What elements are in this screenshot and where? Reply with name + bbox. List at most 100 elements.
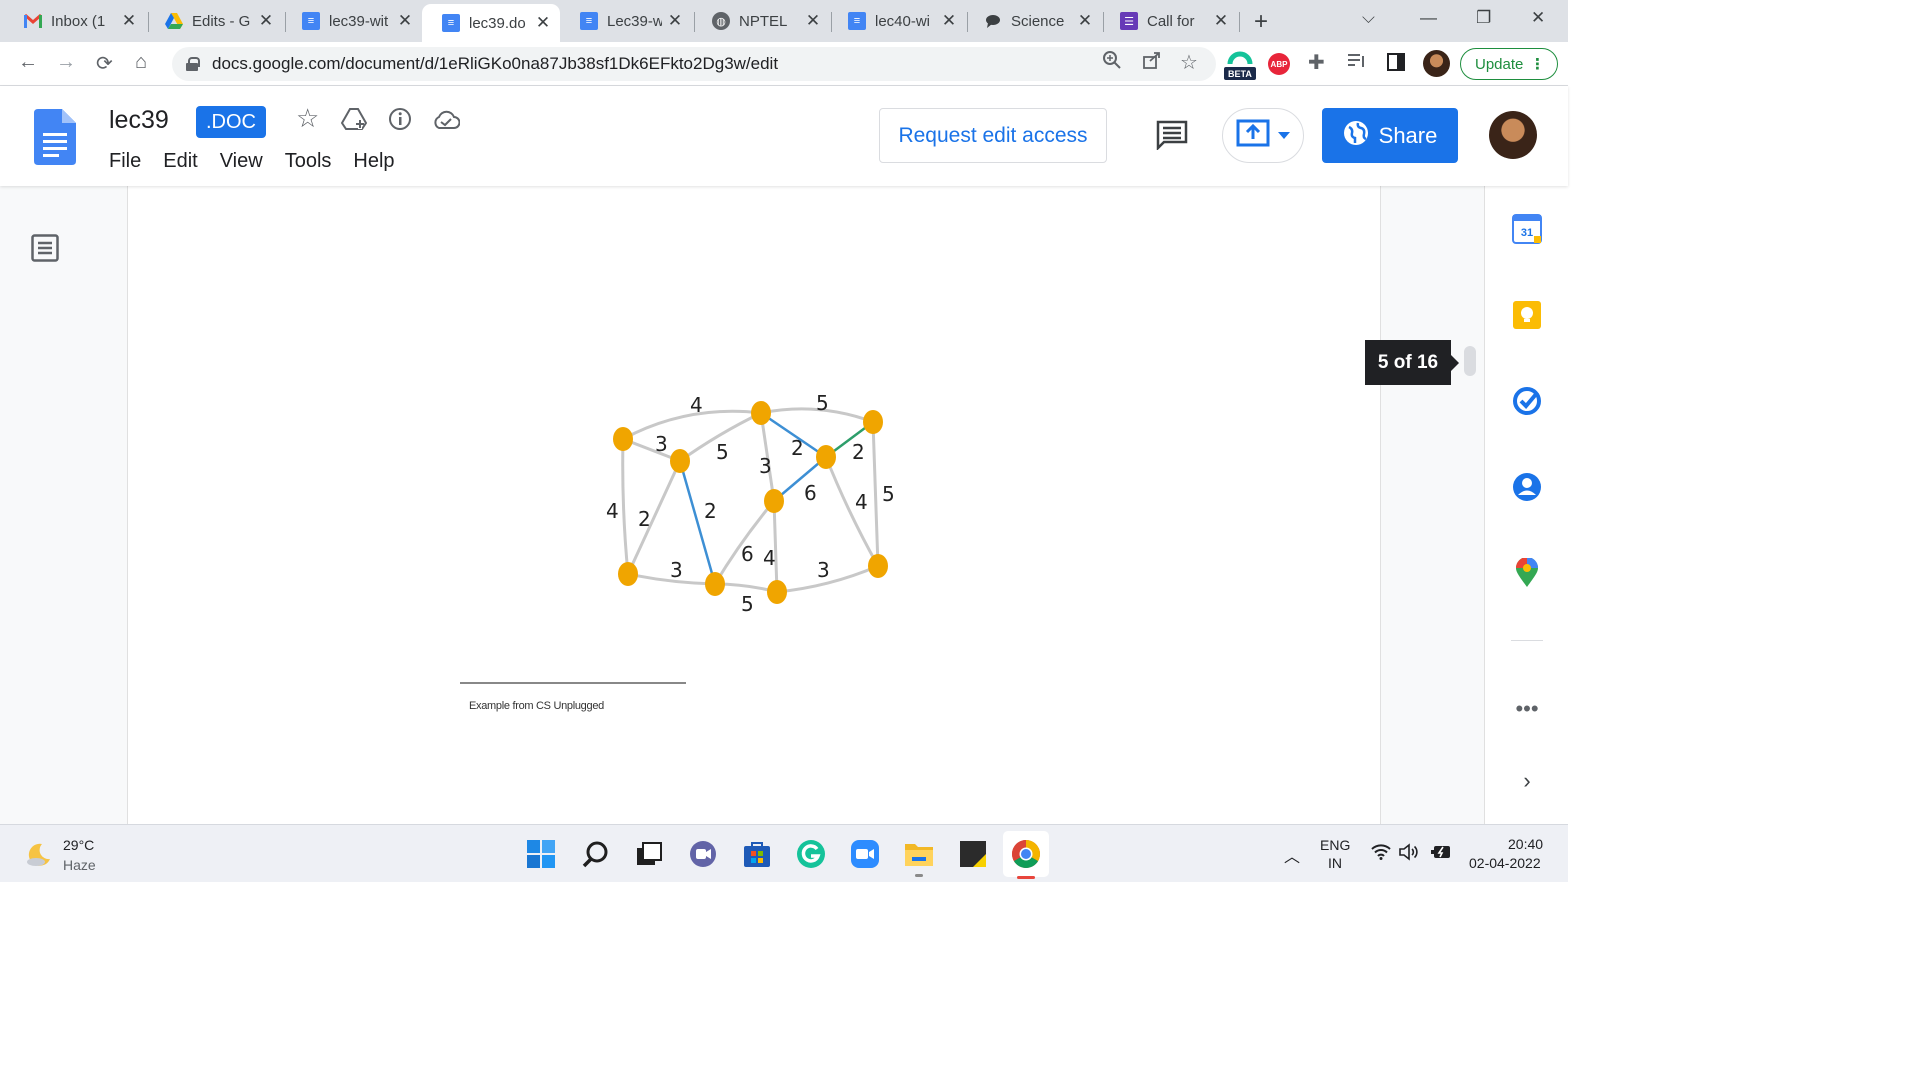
reading-list-icon[interactable] xyxy=(1346,50,1366,75)
back-button[interactable]: ← xyxy=(18,51,38,74)
chevron-right-icon[interactable]: › xyxy=(1512,766,1542,796)
tab-call-for[interactable]: ☰ Call for ✕ xyxy=(1100,4,1238,38)
extensions-puzzle-icon[interactable]: ✚ xyxy=(1308,50,1325,75)
close-icon[interactable]: ✕ xyxy=(1076,11,1094,31)
tab-lec39-with[interactable]: ≡ lec39-wit ✕ xyxy=(282,4,422,38)
tab-lec39-doc-active[interactable]: ≡ lec39.do ✕ xyxy=(422,4,560,42)
tab-search-chevron-icon[interactable]: ⌵ xyxy=(1362,8,1375,28)
share-page-icon[interactable] xyxy=(1142,50,1162,75)
task-view-icon[interactable] xyxy=(634,839,664,869)
adblock-icon[interactable]: ABP xyxy=(1268,53,1290,75)
menu-view[interactable]: View xyxy=(220,150,263,173)
present-dropdown-icon[interactable] xyxy=(1278,127,1290,145)
minimize-button[interactable]: — xyxy=(1420,8,1437,28)
tab-label: Science xyxy=(1011,12,1065,30)
windows-start-icon[interactable] xyxy=(526,839,556,869)
document-title[interactable]: lec39 xyxy=(109,106,169,135)
battery-icon[interactable] xyxy=(1430,844,1452,865)
zoom-icon[interactable] xyxy=(1102,50,1122,75)
region-indicator[interactable]: IN xyxy=(1328,855,1342,871)
maps-icon[interactable] xyxy=(1512,558,1542,588)
weather-moon-icon[interactable] xyxy=(24,841,52,874)
wifi-icon[interactable] xyxy=(1371,844,1391,865)
tab-separator xyxy=(1239,12,1240,32)
search-icon[interactable] xyxy=(581,839,611,869)
chrome-icon[interactable] xyxy=(1011,839,1041,869)
home-button[interactable]: ⌂ xyxy=(135,51,147,74)
tab-lec40-with[interactable]: ≡ lec40-wi ✕ xyxy=(828,4,966,38)
keep-icon[interactable] xyxy=(1512,300,1542,330)
cloud-saved-icon[interactable] xyxy=(432,110,461,136)
edge-weight-label: 4 xyxy=(606,499,619,523)
url-text[interactable]: docs.google.com/document/d/1eRliGKo0na87… xyxy=(212,54,778,74)
close-icon[interactable]: ✕ xyxy=(1212,11,1230,31)
new-tab-button[interactable]: + xyxy=(1254,8,1268,36)
star-icon[interactable]: ☆ xyxy=(296,103,319,134)
edge-weight-label: 4 xyxy=(690,393,703,417)
weather-description[interactable]: Haze xyxy=(63,857,96,873)
menu-file[interactable]: File xyxy=(109,150,141,173)
info-icon[interactable] xyxy=(388,107,412,137)
docs-logo-icon[interactable] xyxy=(34,109,76,165)
tab-gmail[interactable]: Inbox (1 ✕ xyxy=(4,4,146,38)
tab-nptel[interactable]: ◍ NPTEL ✕ xyxy=(692,4,830,38)
teams-chat-icon[interactable] xyxy=(688,839,718,869)
contacts-icon[interactable] xyxy=(1512,472,1542,502)
grammarly-beta-extension-icon[interactable] xyxy=(1224,50,1256,85)
browser-tab-strip: Inbox (1 ✕ Edits - G ✕ ≡ lec39-wit ✕ ≡ l… xyxy=(0,0,1568,42)
edge-weight-label: 6 xyxy=(804,481,817,505)
more-horiz-icon[interactable]: ••• xyxy=(1512,694,1542,724)
account-avatar[interactable] xyxy=(1489,111,1537,159)
grammarly-icon[interactable] xyxy=(796,839,826,869)
forward-button[interactable]: → xyxy=(56,51,76,74)
request-edit-access-button[interactable]: Request edit access xyxy=(879,108,1107,163)
present-button[interactable] xyxy=(1222,108,1304,163)
sticky-notes-icon[interactable] xyxy=(958,839,988,869)
menu-edit[interactable]: Edit xyxy=(163,150,197,173)
side-panel: 31 ••• › xyxy=(1484,186,1568,824)
comment-history-icon[interactable] xyxy=(1156,120,1188,155)
file-explorer-icon[interactable] xyxy=(904,839,934,869)
edge-weight-label: 3 xyxy=(759,454,772,478)
move-to-drive-icon[interactable] xyxy=(340,107,368,137)
language-indicator[interactable]: ENG xyxy=(1320,837,1350,853)
scrollbar-thumb[interactable] xyxy=(1464,346,1476,376)
volume-icon[interactable] xyxy=(1399,843,1419,866)
running-indicator xyxy=(915,874,923,877)
close-icon[interactable]: ✕ xyxy=(257,11,275,31)
lock-icon xyxy=(186,57,200,71)
weather-temperature[interactable]: 29°C xyxy=(63,837,94,853)
reload-button[interactable]: ⟳ xyxy=(96,51,113,76)
edge-weight-label: 5 xyxy=(716,440,729,464)
edge-weight-label: 3 xyxy=(817,558,830,582)
update-button[interactable]: Update ⋮ xyxy=(1460,48,1558,80)
chevron-up-icon[interactable]: ︿ xyxy=(1284,843,1300,867)
menu-help[interactable]: Help xyxy=(353,150,394,173)
close-icon[interactable]: ✕ xyxy=(940,11,958,31)
close-icon[interactable]: ✕ xyxy=(120,11,138,31)
close-window-button[interactable]: ✕ xyxy=(1531,8,1545,28)
document-outline-icon[interactable] xyxy=(31,234,59,267)
tab-label: lec39.do xyxy=(469,14,526,32)
clock-time[interactable]: 20:40 xyxy=(1508,836,1543,852)
zoom-app-icon[interactable] xyxy=(850,839,880,869)
close-icon[interactable]: ✕ xyxy=(396,11,414,31)
tasks-icon[interactable] xyxy=(1512,386,1542,416)
address-bar[interactable]: docs.google.com/document/d/1eRliGKo0na87… xyxy=(172,47,1216,81)
close-icon[interactable]: ✕ xyxy=(534,13,552,33)
side-panel-icon[interactable] xyxy=(1386,52,1406,77)
calendar-icon[interactable]: 31 xyxy=(1512,214,1542,244)
restore-button[interactable]: ❐ xyxy=(1476,8,1491,28)
footnote-text: Example from CS Unplugged xyxy=(469,700,604,712)
bookmark-star-icon[interactable]: ☆ xyxy=(1180,50,1198,75)
share-button[interactable]: Share xyxy=(1322,108,1458,163)
clock-date[interactable]: 02-04-2022 xyxy=(1469,855,1541,871)
close-icon[interactable]: ✕ xyxy=(804,11,822,31)
menu-tools[interactable]: Tools xyxy=(285,150,332,173)
microsoft-store-icon[interactable] xyxy=(742,839,772,869)
close-icon[interactable]: ✕ xyxy=(666,11,684,31)
profile-avatar[interactable] xyxy=(1423,50,1450,77)
tab-drive[interactable]: Edits - G ✕ xyxy=(145,4,283,38)
tab-lec39-w[interactable]: ≡ Lec39-w ✕ xyxy=(560,4,692,38)
tab-science[interactable]: Science ✕ xyxy=(964,4,1102,38)
